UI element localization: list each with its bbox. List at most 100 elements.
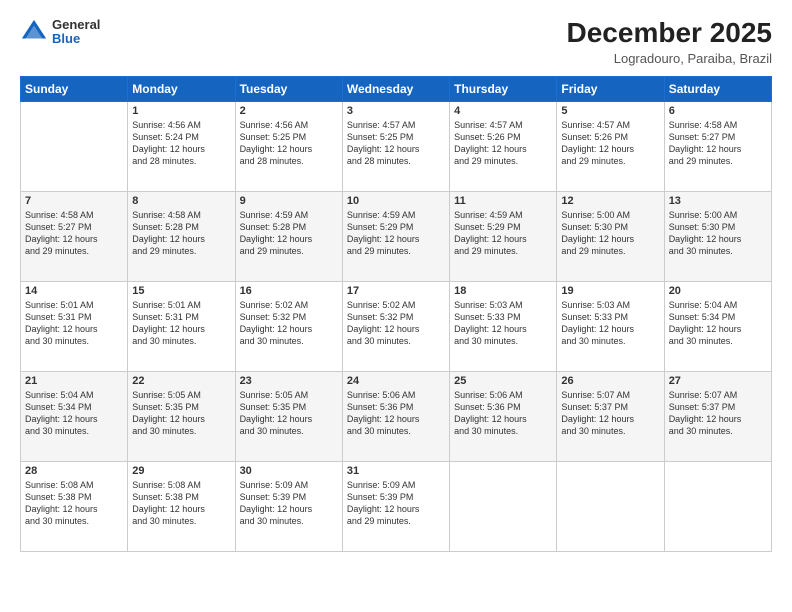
table-row: 30 Sunrise: 5:09 AM Sunset: 5:39 PM Dayli…: [235, 461, 342, 551]
table-row: 24 Sunrise: 5:06 AM Sunset: 5:36 PM Dayli…: [342, 371, 449, 461]
cell-info: Sunrise: 4:59 AM Sunset: 5:29 PM Dayligh…: [454, 209, 552, 258]
day-number: 16: [240, 285, 338, 297]
table-row: 27Sunrise: 5:07 AM Sunset: 5:37 PM Dayli…: [664, 371, 771, 461]
calendar-week-2: 7 Sunrise: 4:58 AM Sunset: 5:27 PM Daylig…: [21, 191, 772, 281]
day-number: 4: [454, 105, 552, 117]
day-number: 28: [25, 465, 123, 477]
cell-info: Sunrise: 5:03 AM Sunset: 5:33 PM Dayligh…: [454, 299, 552, 348]
table-row: 21 Sunrise: 5:04 AM Sunset: 5:34 PM Dayli…: [21, 371, 128, 461]
day-number: 17: [347, 285, 445, 297]
day-number: 3: [347, 105, 445, 117]
day-number: 25: [454, 375, 552, 387]
logo: General Blue: [20, 18, 100, 47]
cell-info: Sunrise: 5:04 AM Sunset: 5:34 PM Dayligh…: [25, 389, 123, 438]
col-thursday: Thursday: [450, 76, 557, 101]
cell-info: Sunrise: 5:01 AM Sunset: 5:31 PM Dayligh…: [25, 299, 123, 348]
cell-info: Sunrise: 5:02 AM Sunset: 5:32 PM Dayligh…: [240, 299, 338, 348]
table-row: 17 Sunrise: 5:02 AM Sunset: 5:32 PM Dayli…: [342, 281, 449, 371]
day-number: 21: [25, 375, 123, 387]
calendar-week-5: 28Sunrise: 5:08 AM Sunset: 5:38 PM Dayli…: [21, 461, 772, 551]
table-row: 19 Sunrise: 5:03 AM Sunset: 5:33 PM Dayli…: [557, 281, 664, 371]
table-row: 10 Sunrise: 4:59 AM Sunset: 5:29 PM Dayli…: [342, 191, 449, 281]
cell-info: Sunrise: 4:57 AM Sunset: 5:26 PM Dayligh…: [454, 119, 552, 168]
day-number: 24: [347, 375, 445, 387]
table-row: 4 Sunrise: 4:57 AM Sunset: 5:26 PM Daylig…: [450, 101, 557, 191]
cell-info: Sunrise: 4:56 AM Sunset: 5:25 PM Dayligh…: [240, 119, 338, 168]
day-number: 2: [240, 105, 338, 117]
cell-info: Sunrise: 5:03 AM Sunset: 5:33 PM Dayligh…: [561, 299, 659, 348]
page: General Blue December 2025 Logradouro, P…: [0, 0, 792, 612]
location-subtitle: Logradouro, Paraiba, Brazil: [567, 51, 772, 66]
day-number: 31: [347, 465, 445, 477]
table-row: 8 Sunrise: 4:58 AM Sunset: 5:28 PM Daylig…: [128, 191, 235, 281]
cell-info: Sunrise: 4:58 AM Sunset: 5:28 PM Dayligh…: [132, 209, 230, 258]
table-row: 20Sunrise: 5:04 AM Sunset: 5:34 PM Dayli…: [664, 281, 771, 371]
day-number: 19: [561, 285, 659, 297]
cell-info: Sunrise: 5:05 AM Sunset: 5:35 PM Dayligh…: [240, 389, 338, 438]
day-number: 1: [132, 105, 230, 117]
day-number: 12: [561, 195, 659, 207]
day-number: 22: [132, 375, 230, 387]
day-number: 23: [240, 375, 338, 387]
col-saturday: Saturday: [664, 76, 771, 101]
table-row: [450, 461, 557, 551]
cell-info: Sunrise: 4:57 AM Sunset: 5:25 PM Dayligh…: [347, 119, 445, 168]
table-row: [21, 101, 128, 191]
table-row: 11 Sunrise: 4:59 AM Sunset: 5:29 PM Dayli…: [450, 191, 557, 281]
cell-info: Sunrise: 5:05 AM Sunset: 5:35 PM Dayligh…: [132, 389, 230, 438]
calendar-week-4: 21 Sunrise: 5:04 AM Sunset: 5:34 PM Dayli…: [21, 371, 772, 461]
cell-info: Sunrise: 4:57 AM Sunset: 5:26 PM Dayligh…: [561, 119, 659, 168]
table-row: 12 Sunrise: 5:00 AM Sunset: 5:30 PM Dayli…: [557, 191, 664, 281]
cell-info: Sunrise: 5:07 AM Sunset: 5:37 PM Dayligh…: [561, 389, 659, 438]
day-number: 6: [669, 105, 767, 117]
cell-info: Sunrise: 5:09 AM Sunset: 5:39 PM Dayligh…: [240, 479, 338, 528]
day-number: 26: [561, 375, 659, 387]
table-row: 16 Sunrise: 5:02 AM Sunset: 5:32 PM Dayli…: [235, 281, 342, 371]
table-row: 1 Sunrise: 4:56 AM Sunset: 5:24 PM Daylig…: [128, 101, 235, 191]
cell-info: Sunrise: 4:59 AM Sunset: 5:28 PM Dayligh…: [240, 209, 338, 258]
day-number: 10: [347, 195, 445, 207]
table-row: 23 Sunrise: 5:05 AM Sunset: 5:35 PM Dayli…: [235, 371, 342, 461]
day-number: 15: [132, 285, 230, 297]
table-row: 7 Sunrise: 4:58 AM Sunset: 5:27 PM Daylig…: [21, 191, 128, 281]
cell-info: Sunrise: 4:58 AM Sunset: 5:27 PM Dayligh…: [25, 209, 123, 258]
table-row: 2 Sunrise: 4:56 AM Sunset: 5:25 PM Daylig…: [235, 101, 342, 191]
day-number: 20: [669, 285, 767, 297]
day-number: 18: [454, 285, 552, 297]
col-tuesday: Tuesday: [235, 76, 342, 101]
logo-text: General Blue: [52, 18, 100, 47]
cell-info: Sunrise: 5:00 AM Sunset: 5:30 PM Dayligh…: [669, 209, 767, 258]
table-row: 31 Sunrise: 5:09 AM Sunset: 5:39 PM Dayli…: [342, 461, 449, 551]
cell-info: Sunrise: 5:00 AM Sunset: 5:30 PM Dayligh…: [561, 209, 659, 258]
col-wednesday: Wednesday: [342, 76, 449, 101]
cell-info: Sunrise: 5:02 AM Sunset: 5:32 PM Dayligh…: [347, 299, 445, 348]
table-row: 18 Sunrise: 5:03 AM Sunset: 5:33 PM Dayli…: [450, 281, 557, 371]
table-row: 29Sunrise: 5:08 AM Sunset: 5:38 PM Dayli…: [128, 461, 235, 551]
day-number: 7: [25, 195, 123, 207]
cell-info: Sunrise: 5:01 AM Sunset: 5:31 PM Dayligh…: [132, 299, 230, 348]
day-number: 29: [132, 465, 230, 477]
day-number: 14: [25, 285, 123, 297]
calendar-week-3: 14 Sunrise: 5:01 AM Sunset: 5:31 PM Dayli…: [21, 281, 772, 371]
table-row: 15 Sunrise: 5:01 AM Sunset: 5:31 PM Dayli…: [128, 281, 235, 371]
table-row: 3 Sunrise: 4:57 AM Sunset: 5:25 PM Daylig…: [342, 101, 449, 191]
table-row: 13 Sunrise: 5:00 AM Sunset: 5:30 PM Dayli…: [664, 191, 771, 281]
day-number: 8: [132, 195, 230, 207]
cell-info: Sunrise: 5:06 AM Sunset: 5:36 PM Dayligh…: [347, 389, 445, 438]
day-number: 11: [454, 195, 552, 207]
cell-info: Sunrise: 4:56 AM Sunset: 5:24 PM Dayligh…: [132, 119, 230, 168]
table-row: 5 Sunrise: 4:57 AM Sunset: 5:26 PM Daylig…: [557, 101, 664, 191]
table-row: 6Sunrise: 4:58 AM Sunset: 5:27 PM Daylig…: [664, 101, 771, 191]
col-friday: Friday: [557, 76, 664, 101]
logo-icon: [20, 18, 48, 46]
cell-info: Sunrise: 4:59 AM Sunset: 5:29 PM Dayligh…: [347, 209, 445, 258]
cell-info: Sunrise: 5:06 AM Sunset: 5:36 PM Dayligh…: [454, 389, 552, 438]
day-number: 30: [240, 465, 338, 477]
cell-info: Sunrise: 5:09 AM Sunset: 5:39 PM Dayligh…: [347, 479, 445, 528]
day-number: 5: [561, 105, 659, 117]
day-number: 27: [669, 375, 767, 387]
calendar-week-1: 1 Sunrise: 4:56 AM Sunset: 5:24 PM Daylig…: [21, 101, 772, 191]
logo-general: General: [52, 18, 100, 32]
table-row: 26 Sunrise: 5:07 AM Sunset: 5:37 PM Dayli…: [557, 371, 664, 461]
day-number: 13: [669, 195, 767, 207]
